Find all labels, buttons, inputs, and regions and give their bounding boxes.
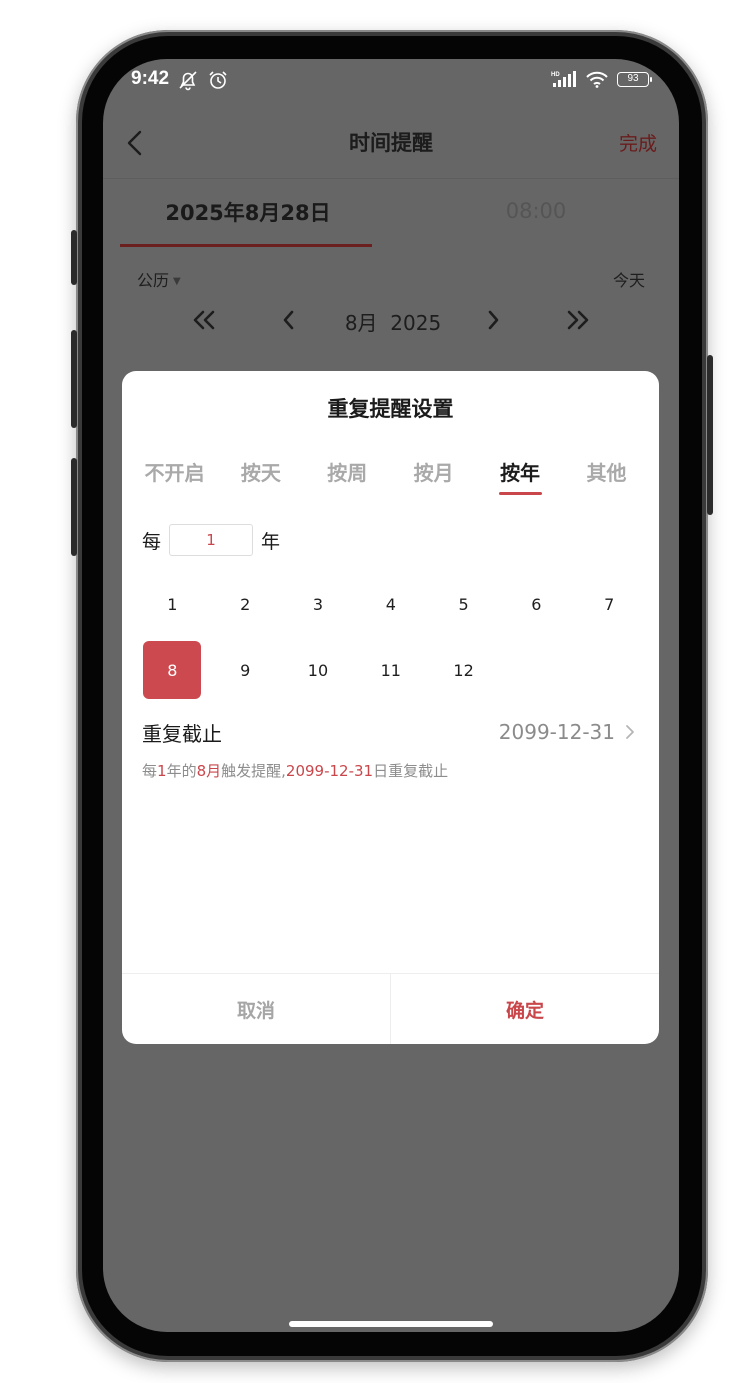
summary-text: 年的 — [166, 762, 197, 780]
month-cell[interactable]: 1 — [136, 571, 209, 637]
page-title: 时间提醒 — [349, 131, 433, 155]
prev-month-icon[interactable] — [281, 309, 297, 331]
repeat-summary: 每1年的8月触发提醒,2099-12-31日重复截止 — [142, 760, 448, 781]
month-number: 1 — [167, 594, 178, 614]
home-indicator[interactable] — [289, 1321, 493, 1327]
summary-text: 日重复截止 — [373, 762, 449, 780]
interval-input[interactable] — [169, 524, 254, 556]
tab-weekly[interactable]: 按周 — [305, 455, 390, 505]
month-number: 9 — [240, 660, 251, 680]
month-number: 10 — [307, 660, 329, 680]
interval-suffix: 年 — [261, 530, 281, 553]
month-grid: 1 2 3 4 5 6 7 8 9 10 11 12 — [136, 571, 646, 703]
month-navigator: 8月 2025 — [103, 305, 679, 335]
bell-off-icon — [179, 71, 197, 91]
repeat-mode-tabs: 不开启 按天 按周 按月 按年 其他 — [132, 455, 649, 505]
status-icons-left — [177, 69, 229, 91]
summary-highlight: 1 — [157, 762, 167, 780]
hd-signal-icon: HD — [551, 71, 576, 87]
month-number: 3 — [312, 594, 324, 614]
repeat-settings-dialog: 重复提醒设置 不开启 按天 按周 按月 按年 其他 每 年 1 2 3 4 5 … — [122, 371, 659, 1044]
summary-highlight: 8月 — [196, 762, 222, 780]
month-number: 6 — [531, 594, 542, 614]
status-bar: 9:42 HD 93 — [103, 59, 679, 103]
cancel-button[interactable]: 取消 — [122, 974, 391, 1044]
month-text: 8月 — [344, 311, 378, 335]
month-cell[interactable]: 11 — [354, 637, 427, 703]
dialog-title: 重复提醒设置 — [327, 397, 454, 421]
repeat-end-value: 2099-12-31 — [498, 720, 615, 744]
month-cell-selected[interactable]: 8 — [136, 637, 209, 703]
next-year-icon[interactable] — [565, 309, 591, 331]
tab-yearly[interactable]: 按年 — [478, 455, 563, 505]
chevron-right-icon — [626, 725, 634, 739]
month-cell[interactable]: 10 — [282, 637, 355, 703]
tab-no-repeat[interactable]: 不开启 — [132, 455, 217, 505]
mute-button-hw — [71, 458, 77, 556]
month-cell[interactable]: 5 — [427, 571, 500, 637]
alarm-icon — [209, 71, 227, 89]
month-cell[interactable]: 3 — [282, 571, 355, 637]
month-number: 7 — [604, 594, 615, 614]
done-button[interactable]: 完成 — [619, 129, 657, 156]
repeat-end-label: 重复截止 — [142, 721, 222, 746]
tab-underline — [120, 244, 372, 247]
month-cell[interactable]: 9 — [209, 637, 282, 703]
summary-highlight: 2099-12-31 — [285, 762, 374, 780]
calendar-type-label: 公历 — [137, 271, 170, 290]
tab-monthly[interactable]: 按月 — [391, 455, 476, 505]
tab-other[interactable]: 其他 — [564, 455, 649, 505]
year-text: 2025 — [390, 311, 442, 335]
volume-up-button-hw — [71, 230, 77, 285]
tab-time[interactable]: 08:00 — [411, 199, 661, 223]
today-button[interactable]: 今天 — [613, 267, 645, 291]
wifi-icon — [586, 71, 608, 88]
status-time: 9:42 — [131, 68, 170, 89]
interval-prefix: 每 — [142, 530, 162, 553]
month-number: 11 — [380, 660, 401, 680]
month-number: 5 — [458, 594, 469, 614]
calendar-type-select[interactable]: 公历 ▼ — [137, 267, 181, 291]
next-month-icon[interactable] — [485, 309, 501, 331]
status-icons-right: HD 93 — [551, 70, 652, 88]
tab-daily[interactable]: 按天 — [218, 455, 303, 505]
month-cell[interactable]: 12 — [427, 637, 500, 703]
month-cell[interactable]: 6 — [500, 571, 573, 637]
repeat-end-row[interactable]: 重复截止 2099-12-31 — [142, 715, 635, 749]
prev-year-icon[interactable] — [191, 309, 217, 331]
confirm-button[interactable]: 确定 — [391, 974, 659, 1044]
month-number: 4 — [385, 594, 396, 614]
month-cell[interactable]: 4 — [354, 571, 427, 637]
month-number: 2 — [240, 594, 251, 614]
caret-down-icon: ▼ — [173, 276, 181, 287]
summary-text: 每 — [142, 762, 158, 780]
tab-date[interactable]: 2025年8月28日 — [123, 197, 373, 227]
volume-down-button-hw — [71, 330, 77, 428]
current-month-label: 8月 2025 — [313, 307, 473, 336]
month-number: 12 — [453, 660, 474, 680]
interval-row: 每 年 — [142, 523, 280, 557]
repeat-end-value-wrap: 2099-12-31 — [499, 720, 635, 744]
nav-bar: 时间提醒 完成 — [103, 109, 679, 179]
summary-text: 触发提醒, — [221, 762, 286, 780]
month-number: 8 — [143, 641, 202, 699]
power-button-hw — [707, 355, 713, 515]
svg-text:HD: HD — [551, 72, 560, 78]
month-cell[interactable]: 7 — [573, 571, 646, 637]
dialog-footer: 取消 确定 — [122, 973, 659, 1044]
month-cell[interactable]: 2 — [209, 571, 282, 637]
battery-icon: 93 — [617, 71, 652, 87]
